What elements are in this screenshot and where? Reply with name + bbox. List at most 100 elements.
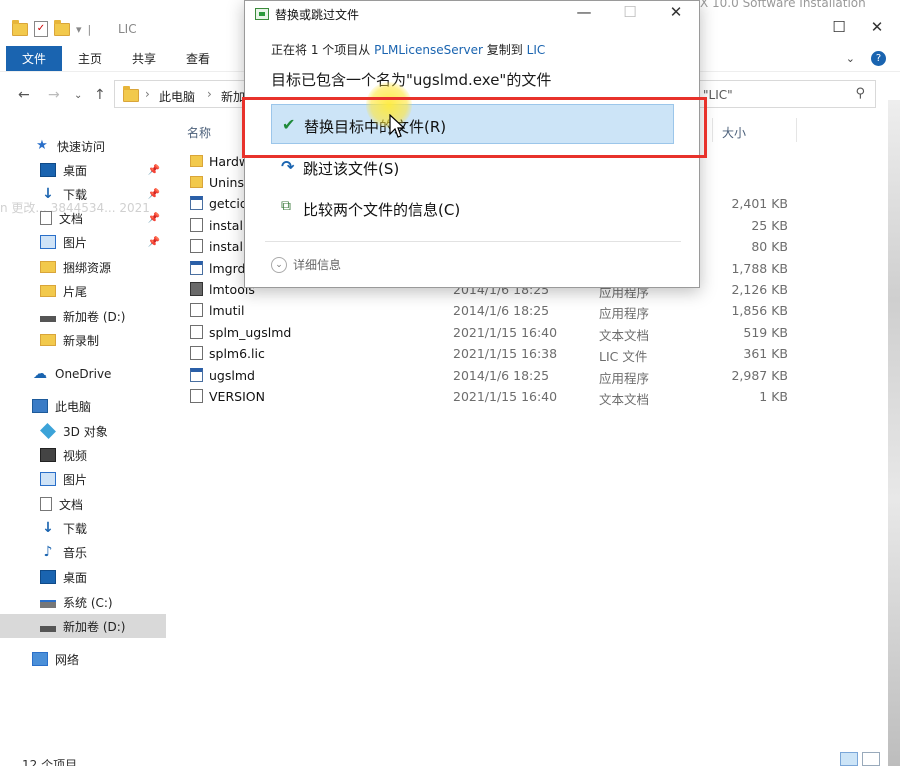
sidebar-item-drive-d[interactable]: 新加卷 (D:)	[0, 304, 166, 328]
pin-icon[interactable]: 📌	[148, 237, 160, 248]
sidebar-item-documents-pc[interactable]: 文档	[0, 492, 166, 516]
recent-chevron-icon[interactable]: ⌄	[74, 90, 82, 101]
back-icon[interactable]: ←	[18, 87, 30, 103]
copy-prefix-text: 正在将 1 个项目从	[271, 43, 371, 57]
sidebar-item-videos[interactable]: 视频	[0, 443, 166, 467]
dialog-close-button[interactable]: ✕	[653, 3, 699, 21]
sidebar-item-label: 新加卷 (D:)	[63, 619, 126, 634]
column-divider[interactable]	[712, 118, 713, 142]
up-icon[interactable]: ↑	[94, 87, 106, 103]
file-row[interactable]: ugslmd 2014/1/6 18:25 应用程序 2,987 KB	[188, 365, 798, 386]
drive-icon	[40, 316, 56, 322]
sidebar-item-network[interactable]: 网络	[0, 647, 166, 671]
sidebar-item-desktop[interactable]: 桌面 📌	[0, 158, 166, 182]
breadcrumb-this-pc[interactable]: 此电脑	[159, 88, 195, 105]
sidebar-item-pictures[interactable]: 图片 📌	[0, 230, 166, 254]
sidebar-item-drive-c[interactable]: 系统 (C:)	[0, 590, 166, 614]
skip-arrow-icon: ↷	[281, 157, 295, 176]
details-label: 详细信息	[293, 258, 342, 272]
tab-share[interactable]: 共享	[132, 50, 156, 67]
folder-icon	[190, 176, 203, 188]
download-icon: ↓	[42, 520, 54, 536]
folder-icon	[40, 285, 56, 297]
close-button[interactable]: ✕	[854, 18, 900, 36]
tab-file[interactable]: 文件	[6, 46, 63, 71]
sidebar-item-label: 视频	[63, 448, 88, 463]
sidebar-item-ending[interactable]: 片尾	[0, 279, 166, 303]
customize-toolbar-icon[interactable]: ▾	[76, 23, 82, 36]
sidebar-item-label: 此电脑	[55, 399, 92, 414]
sidebar-item-onedrive[interactable]: ☁ OneDrive	[0, 362, 166, 386]
sidebar-item-downloads-pc[interactable]: ↓ 下载	[0, 516, 166, 540]
text-file-icon	[190, 239, 203, 253]
pin-icon[interactable]: 📌	[148, 189, 160, 200]
destination-folder-link[interactable]: LIC	[527, 43, 546, 57]
text-file-icon	[190, 389, 203, 403]
sidebar-item-label: 3D 对象	[63, 424, 108, 439]
sidebar-item-quick-access[interactable]: ★ 快速访问	[0, 134, 166, 158]
file-size: 2,987 KB	[731, 368, 788, 383]
desktop-icon	[40, 163, 56, 177]
text-file-icon	[190, 218, 203, 232]
sidebar-item-label: 图片	[63, 235, 88, 250]
file-date: 2014/1/6 18:25	[453, 303, 550, 318]
file-row[interactable]: splm_ugslmd 2021/1/15 16:40 文本文档 519 KB	[188, 322, 798, 343]
column-divider[interactable]	[796, 118, 797, 142]
search-scope-text: "LIC"	[703, 88, 733, 102]
chevron-down-icon[interactable]: ⌄	[846, 52, 855, 65]
drive-icon	[40, 626, 56, 632]
help-icon[interactable]: ?	[871, 51, 886, 66]
divider	[265, 241, 681, 242]
background-window-edge	[888, 100, 900, 766]
pin-icon[interactable]: 📌	[148, 165, 160, 176]
sidebar-item-label: 桌面	[63, 163, 88, 178]
sidebar-item-label: 文档	[59, 497, 84, 512]
lmtools-icon	[190, 282, 203, 296]
file-name: lmgrd	[209, 261, 246, 276]
tab-view[interactable]: 查看	[186, 50, 210, 67]
more-details-button[interactable]: ⌄ 详细信息	[271, 256, 341, 273]
properties-icon[interactable]: ✓	[34, 21, 48, 37]
tab-home[interactable]: 主页	[78, 50, 102, 67]
details-view-icon[interactable]	[840, 752, 858, 766]
sidebar-item-drive-d-selected[interactable]: 新加卷 (D:)	[0, 614, 166, 638]
sidebar-item-new-recording[interactable]: 新录制	[0, 328, 166, 352]
search-icon[interactable]: ⚲	[855, 86, 865, 101]
dialog-minimize-button[interactable]: —	[561, 3, 607, 21]
sidebar-item-desktop-pc[interactable]: 桌面	[0, 565, 166, 589]
option-label: 跳过该文件(S)	[303, 160, 400, 178]
compare-files-option[interactable]: ⧉ 比较两个文件的信息(C)	[271, 188, 674, 228]
text-file-icon	[190, 325, 203, 339]
file-type: LIC 文件	[599, 349, 648, 364]
folder-icon	[12, 19, 28, 36]
conflict-heading: 目标已包含一个名为"ugslmd.exe"的文件	[271, 71, 552, 89]
file-type: 文本文档	[599, 392, 650, 407]
column-header-size[interactable]: 大小	[722, 124, 746, 141]
sidebar-item-3d-objects[interactable]: 3D 对象	[0, 419, 166, 443]
copy-mid-text: 复制到	[486, 43, 523, 57]
column-header-name[interactable]: 名称	[187, 124, 211, 141]
application-icon	[190, 303, 203, 317]
file-row[interactable]: VERSION 2021/1/15 16:40 文本文档 1 KB	[188, 386, 798, 407]
sidebar-item-pictures-pc[interactable]: 图片	[0, 467, 166, 491]
file-size: 2,401 KB	[731, 196, 788, 211]
file-row[interactable]: splm6.lic 2021/1/15 16:38 LIC 文件 361 KB	[188, 343, 798, 364]
sidebar-item-music[interactable]: ♪ 音乐	[0, 540, 166, 564]
new-folder-icon[interactable]	[54, 19, 70, 36]
sidebar-item-bundle[interactable]: 捆绑资源	[0, 255, 166, 279]
lic-file-icon	[190, 346, 203, 360]
music-icon: ♪	[43, 544, 53, 560]
large-icons-view-icon[interactable]	[862, 752, 880, 766]
dialog-title: 替换或跳过文件	[275, 8, 360, 22]
pictures-icon	[40, 235, 56, 249]
sidebar-item-label: OneDrive	[55, 367, 112, 381]
file-name: getcid	[209, 196, 248, 211]
file-row[interactable]: lmutil 2014/1/6 18:25 应用程序 1,856 KB	[188, 300, 798, 321]
source-folder-link[interactable]: PLMLicenseServer	[374, 43, 483, 57]
sidebar-item-label: 下载	[63, 521, 88, 536]
sidebar-item-this-pc[interactable]: 此电脑	[0, 394, 166, 418]
forward-icon[interactable]: →	[48, 87, 60, 103]
sidebar-item-label: 桌面	[63, 570, 88, 585]
application-icon	[190, 196, 203, 210]
network-icon	[32, 652, 48, 666]
